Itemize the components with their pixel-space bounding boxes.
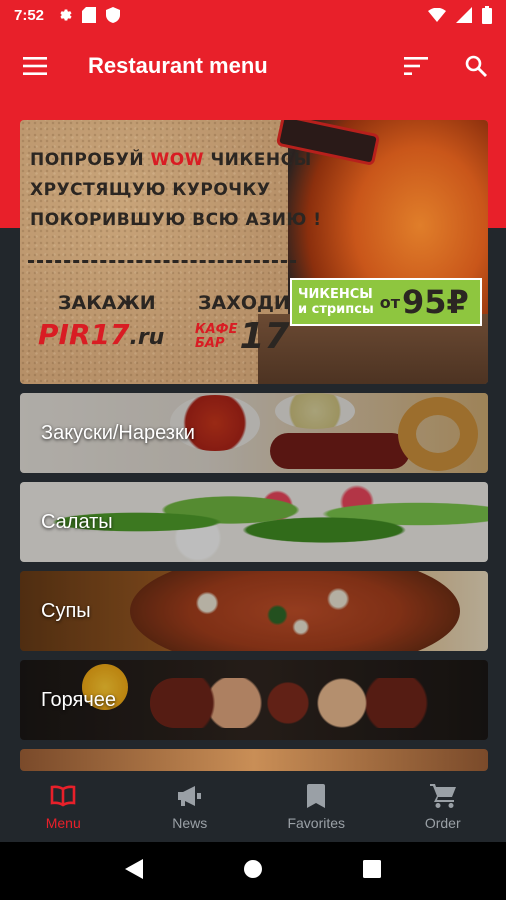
recents-icon bbox=[363, 859, 381, 878]
hamburger-menu-button[interactable] bbox=[0, 30, 70, 102]
recents-button[interactable] bbox=[363, 859, 381, 883]
price-tag: ЧИКЕНСЫ и стрипсы от 95₽ bbox=[290, 278, 482, 326]
sort-icon bbox=[404, 57, 428, 75]
wifi-icon bbox=[428, 8, 446, 22]
nav-order[interactable]: Order bbox=[380, 772, 506, 842]
nav-label: News bbox=[172, 815, 208, 831]
category-soups[interactable]: Супы bbox=[20, 571, 488, 651]
bookmark-icon bbox=[307, 783, 326, 809]
nav-label: Favorites bbox=[287, 815, 346, 831]
nav-news[interactable]: News bbox=[127, 772, 254, 842]
promo-highlight: WOW bbox=[150, 150, 205, 170]
home-icon bbox=[244, 859, 262, 878]
bottom-navigation: Menu News Favorites Order bbox=[0, 772, 506, 842]
back-button[interactable] bbox=[125, 858, 143, 884]
gear-icon bbox=[56, 7, 72, 23]
status-time: 7:52 bbox=[14, 6, 45, 24]
category-hot-dishes[interactable]: Горячее bbox=[20, 660, 488, 740]
nav-menu[interactable]: Menu bbox=[0, 772, 127, 842]
sort-button[interactable] bbox=[386, 30, 446, 102]
promo-line-2: ХРУСТЯЩУЮ КУРОЧКУ bbox=[30, 180, 271, 200]
back-icon bbox=[125, 858, 143, 879]
status-bar: 7:52 bbox=[0, 0, 506, 30]
promo-line-3: ПОКОРИВШУЮ ВСЮ АЗИЮ ! bbox=[30, 210, 322, 230]
cafe-bar-17-logo: КАФЕ БАР 17 bbox=[195, 316, 290, 357]
menu-list: ПОПРОБУЙ WOW ЧИКЕНСЫ ХРУСТЯЩУЮ КУРОЧКУ П… bbox=[20, 120, 488, 771]
shield-icon bbox=[106, 7, 121, 23]
cart-icon bbox=[429, 783, 456, 809]
category-label: Горячее bbox=[41, 688, 117, 711]
pir17-logo: PIR17.ru bbox=[38, 318, 165, 351]
category-label: Закуски/Нарезки bbox=[41, 421, 195, 444]
banner-divider bbox=[28, 260, 296, 263]
category-label: Салаты bbox=[41, 510, 113, 533]
search-icon bbox=[465, 55, 487, 77]
system-navigation-bar bbox=[0, 842, 506, 900]
app-title: Restaurant menu bbox=[88, 53, 268, 78]
order-label: ЗАКАЖИ bbox=[58, 292, 156, 314]
signal-icon bbox=[456, 7, 472, 23]
promo-line-1: ПОПРОБУЙ WOW ЧИКЕНСЫ bbox=[30, 150, 312, 170]
battery-icon bbox=[482, 6, 492, 24]
nav-label: Order bbox=[424, 815, 461, 831]
home-button[interactable] bbox=[243, 859, 263, 884]
category-salads[interactable]: Салаты bbox=[20, 482, 488, 562]
sd-card-icon bbox=[82, 7, 97, 23]
search-button[interactable] bbox=[446, 30, 506, 102]
category-label: Супы bbox=[41, 599, 91, 622]
visit-label: ЗАХОДИ bbox=[198, 292, 290, 314]
megaphone-icon bbox=[176, 783, 204, 809]
hamburger-icon bbox=[23, 57, 47, 75]
book-icon bbox=[50, 783, 76, 809]
app-bar: Restaurant menu bbox=[0, 30, 506, 102]
promo-banner[interactable]: ПОПРОБУЙ WOW ЧИКЕНСЫ ХРУСТЯЩУЮ КУРОЧКУ П… bbox=[20, 120, 488, 384]
nav-favorites[interactable]: Favorites bbox=[253, 772, 380, 842]
category-next[interactable] bbox=[20, 749, 488, 771]
nav-label: Menu bbox=[45, 815, 81, 831]
category-snacks[interactable]: Закуски/Нарезки bbox=[20, 393, 488, 473]
